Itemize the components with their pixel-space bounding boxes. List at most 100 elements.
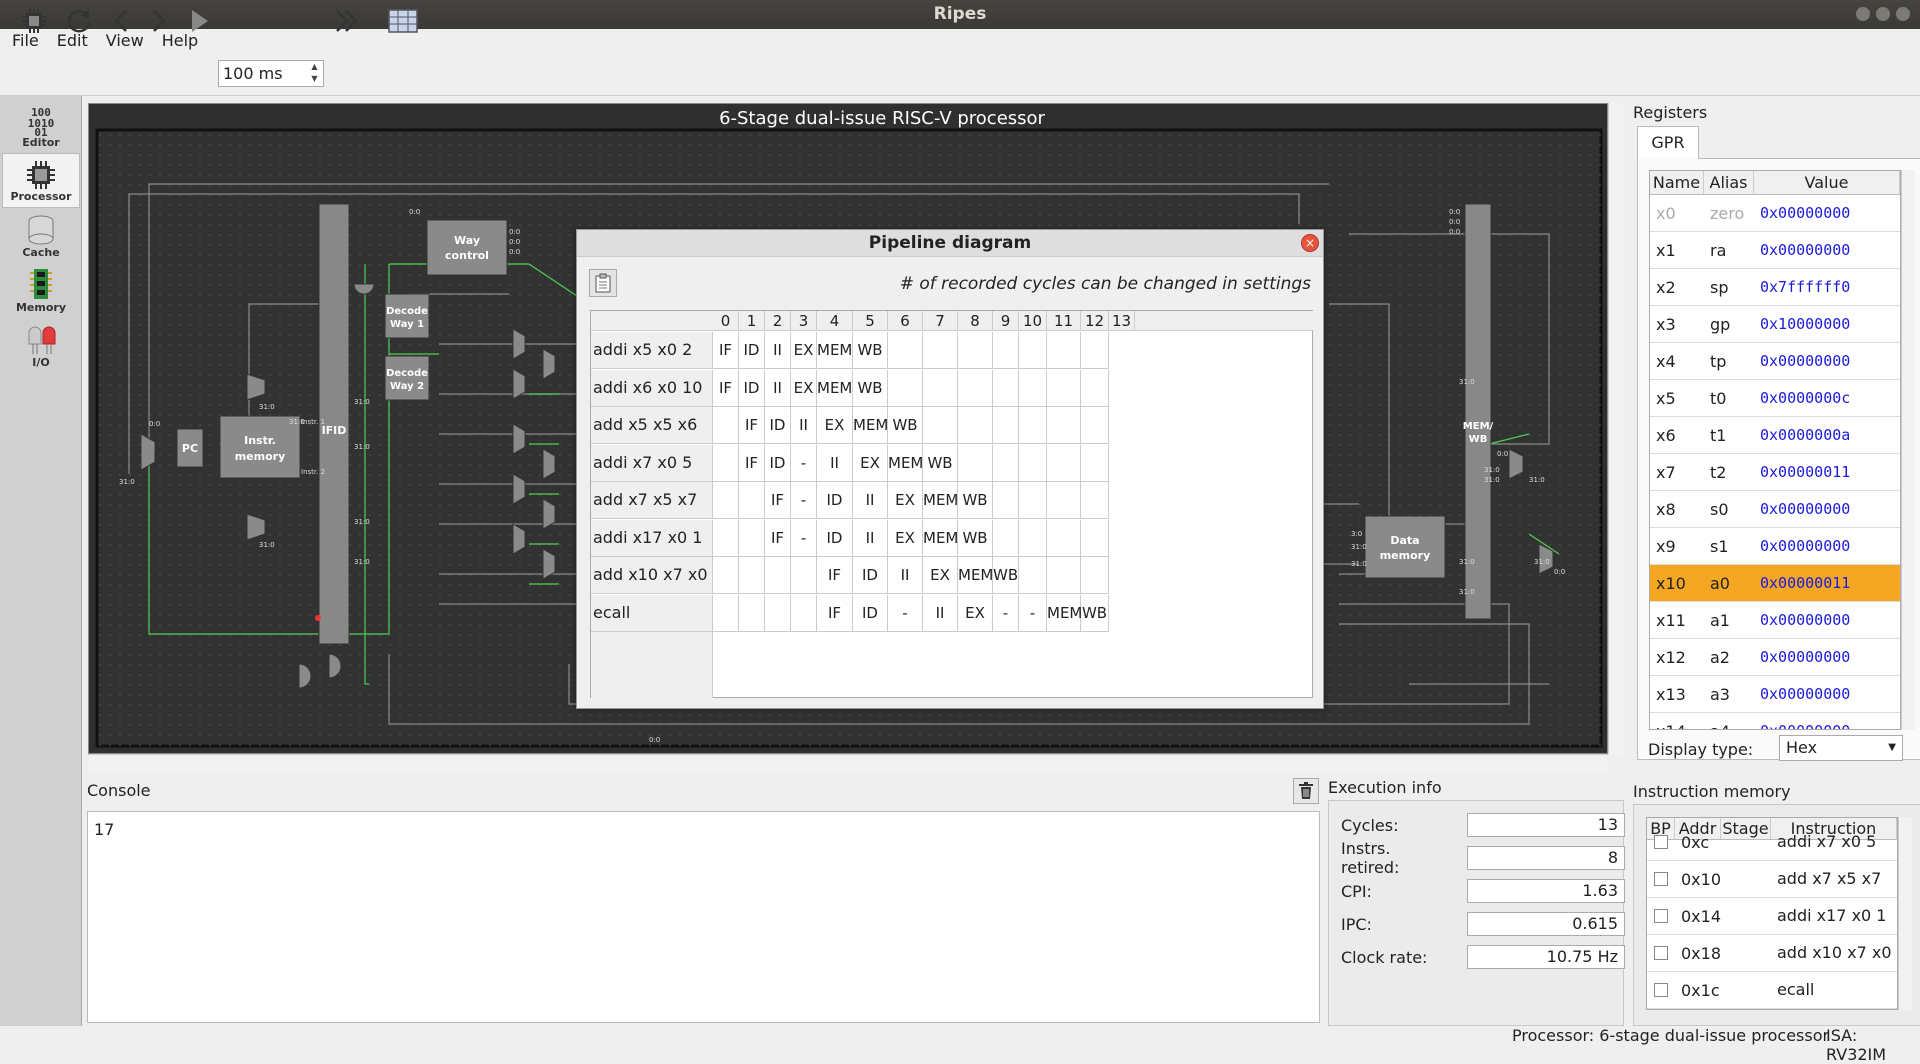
step-forward-button[interactable] — [146, 6, 172, 36]
copy-to-clipboard-button[interactable] — [589, 269, 617, 297]
pipeline-cell — [1081, 519, 1109, 557]
sidebar-item-processor[interactable]: Processor — [2, 153, 80, 208]
instruction-row[interactable]: 0x14 addi x17 x0 1 — [1647, 898, 1897, 935]
register-row[interactable]: x1 ra 0x00000000 — [1650, 232, 1900, 269]
pipeline-cell: WB — [853, 369, 888, 407]
display-type-select[interactable]: Hex ▼ — [1779, 735, 1903, 761]
register-name: x7 — [1656, 462, 1676, 482]
register-name: x12 — [1656, 647, 1686, 667]
svg-text:0:0: 0:0 — [1449, 228, 1460, 236]
register-value[interactable]: 0x0000000c — [1754, 389, 1900, 407]
delay-spinner[interactable]: ▲ ▼ — [306, 61, 323, 86]
register-row[interactable]: x6 t1 0x0000000a — [1650, 417, 1900, 454]
clear-console-button[interactable] — [1293, 778, 1319, 804]
register-alias: a0 — [1710, 573, 1730, 593]
select-processor-button[interactable] — [20, 6, 48, 36]
register-name: x14 — [1650, 722, 1704, 730]
pipeline-cell — [1047, 444, 1081, 482]
register-row[interactable]: x2 sp 0x7ffffff0 — [1650, 269, 1900, 306]
checkbox[interactable] — [1654, 835, 1668, 849]
register-name: x8 — [1656, 499, 1676, 519]
checkbox[interactable] — [1654, 909, 1668, 923]
pipeline-cell: - — [888, 594, 923, 632]
pipeline-row-label: addi x5 x0 2 — [591, 332, 713, 369]
sidebar-item-io[interactable]: I/O — [2, 318, 80, 373]
pipeline-cell — [1081, 332, 1109, 369]
breakpoint-checkbox[interactable] — [1647, 946, 1675, 960]
instruction-memory-scrollbar[interactable] — [1898, 817, 1912, 1010]
register-value[interactable]: 0x00000000 — [1754, 722, 1900, 729]
register-value[interactable]: 0x00000000 — [1754, 352, 1900, 370]
instruction-addr: 0x14 — [1681, 906, 1722, 926]
run-button[interactable] — [186, 6, 212, 36]
pipeline-cell: ID — [853, 594, 888, 632]
maximize-button[interactable] — [1876, 7, 1890, 21]
reset-button[interactable] — [64, 6, 94, 36]
dialog-close-button[interactable]: × — [1301, 234, 1319, 252]
svg-text:Way: Way — [454, 234, 480, 247]
svg-text:0:0: 0:0 — [1449, 208, 1460, 216]
svg-text:0:0: 0:0 — [509, 248, 520, 256]
checkbox[interactable] — [1654, 872, 1668, 886]
register-row[interactable]: x13 a3 0x00000000 — [1650, 676, 1900, 713]
register-row[interactable]: x10 a0 0x00000011 — [1650, 565, 1900, 602]
tab-gpr[interactable]: GPR — [1637, 126, 1699, 159]
sidebar-item-editor[interactable]: 100 1010 01 Editor — [2, 98, 80, 153]
register-row[interactable]: x4 tp 0x00000000 — [1650, 343, 1900, 380]
register-value[interactable]: 0x00000000 — [1754, 241, 1900, 259]
register-value[interactable]: 0x00000000 — [1754, 611, 1900, 629]
register-value[interactable]: 0x0000000a — [1754, 426, 1900, 444]
register-row[interactable]: x7 t2 0x00000011 — [1650, 454, 1900, 491]
instruction-row[interactable]: 0x10 add x7 x5 x7 — [1647, 861, 1897, 898]
breakpoint-checkbox[interactable] — [1647, 835, 1675, 849]
pipeline-cell — [1047, 332, 1081, 369]
breakpoint-checkbox[interactable] — [1647, 983, 1675, 997]
exec-row-cycles: Cycles: 13 — [1341, 812, 1625, 838]
instruction-row[interactable]: 0x1c ecall — [1647, 972, 1897, 1009]
register-row[interactable]: x12 a2 0x00000000 — [1650, 639, 1900, 676]
double-chevron-right-icon — [336, 10, 358, 32]
register-row[interactable]: x3 gp 0x10000000 — [1650, 306, 1900, 343]
fast-execute-button[interactable] — [332, 6, 362, 36]
checkbox[interactable] — [1654, 983, 1668, 997]
registers-scrollbar[interactable] — [1901, 170, 1915, 730]
register-value[interactable]: 0x00000000 — [1754, 648, 1900, 666]
svg-text:31:0: 31:0 — [1484, 476, 1500, 484]
register-value[interactable]: 0x00000000 — [1754, 204, 1900, 222]
svg-text:31:0: 31:0 — [259, 403, 275, 411]
register-value[interactable]: 0x7ffffff0 — [1754, 278, 1900, 296]
canvas-vertical-scrollbar[interactable] — [1608, 103, 1624, 754]
breakpoint-checkbox[interactable] — [1647, 909, 1675, 923]
register-value[interactable]: 0x10000000 — [1754, 315, 1900, 333]
instruction-instr: add x7 x5 x7 — [1777, 869, 1882, 888]
console-output[interactable]: 17 — [87, 811, 1320, 1023]
register-row[interactable]: x9 s1 0x00000000 — [1650, 528, 1900, 565]
register-row[interactable]: x14a40x00000000 — [1650, 713, 1900, 730]
register-row[interactable]: x5 t0 0x0000000c — [1650, 380, 1900, 417]
pipeline-cell: WB — [993, 557, 1019, 594]
sidebar-item-memory[interactable]: Memory — [2, 263, 80, 318]
pipeline-cell — [713, 482, 739, 519]
breakpoint-checkbox[interactable] — [1647, 872, 1675, 886]
register-value[interactable]: 0x00000000 — [1754, 537, 1900, 555]
register-value[interactable]: 0x00000000 — [1754, 685, 1900, 703]
register-value[interactable]: 0x00000000 — [1754, 500, 1900, 518]
step-back-button[interactable] — [108, 6, 134, 36]
instruction-row[interactable]: 0x18 add x10 x7 x0 — [1647, 935, 1897, 972]
canvas-horizontal-scrollbar[interactable] — [88, 754, 1608, 770]
pipeline-cell — [1081, 369, 1109, 407]
register-row[interactable]: x0 zero 0x00000000 — [1650, 195, 1900, 232]
table-icon — [388, 9, 418, 33]
register-value[interactable]: 0x00000011 — [1754, 463, 1900, 481]
close-window-button[interactable] — [1896, 7, 1910, 21]
pipeline-table-button[interactable] — [386, 6, 420, 36]
status-processor: Processor: 6-stage dual-issue processor — [1512, 1026, 1830, 1045]
checkbox[interactable] — [1654, 946, 1668, 960]
pipeline-cell: ID — [817, 482, 853, 519]
minimize-button[interactable] — [1856, 7, 1870, 21]
sidebar-item-cache[interactable]: Cache — [2, 208, 80, 263]
register-row[interactable]: x8 s0 0x00000000 — [1650, 491, 1900, 528]
menu-bar: File Edit View Help — [0, 29, 1920, 52]
register-value[interactable]: 0x00000011 — [1754, 574, 1900, 592]
register-row[interactable]: x11 a1 0x00000000 — [1650, 602, 1900, 639]
